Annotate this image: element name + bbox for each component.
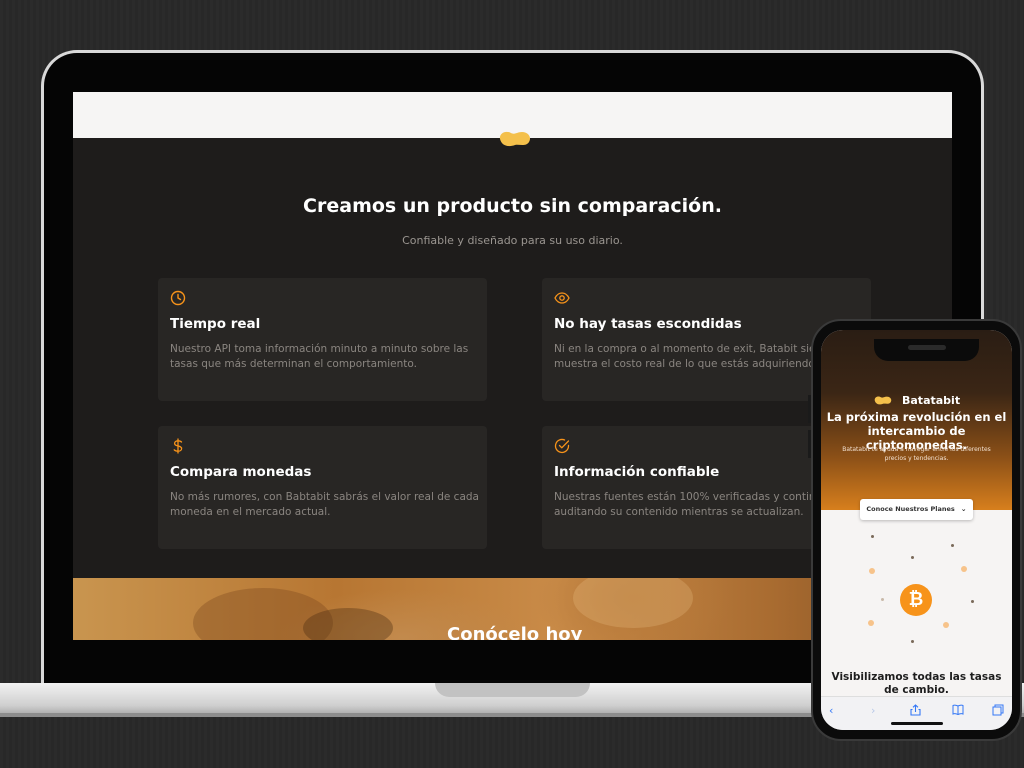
decor-dot — [869, 568, 875, 574]
decor-dot — [943, 622, 949, 628]
decor-dot — [961, 566, 967, 572]
phone-screen: Batatabit La próxima revolución en el in… — [821, 330, 1012, 730]
decor-dot — [971, 600, 974, 603]
hand-shape — [303, 608, 393, 640]
decor-dot — [871, 535, 874, 538]
feature-title: Tiempo real — [170, 316, 261, 332]
tabs-icon[interactable] — [992, 704, 1004, 719]
decor-dot — [911, 556, 914, 559]
phone-brand: Batatabit — [821, 390, 1012, 409]
decor-dot — [868, 620, 874, 626]
decor-dot — [881, 598, 884, 601]
decor-dot — [951, 544, 954, 547]
phone-notch — [874, 339, 979, 361]
phone-speaker — [908, 345, 946, 350]
feature-text: Nuestro API toma información minuto a mi… — [170, 343, 469, 370]
back-icon[interactable]: ‹ — [829, 704, 833, 717]
bitcoin-icon: ₿ — [900, 584, 932, 616]
feature-card-compare: Compara monedas No más rumores, con Babt… — [158, 426, 487, 549]
feature-title: Compara monedas — [170, 464, 312, 480]
clock-icon — [170, 290, 186, 306]
brand-name: Batatabit — [902, 394, 961, 407]
phone-subtitle: Batatabit te ayuda a navegar entre los d… — [842, 446, 991, 462]
dollar-icon — [173, 438, 183, 454]
home-indicator — [891, 722, 943, 725]
share-icon[interactable] — [910, 704, 921, 719]
check-circle-icon — [554, 438, 570, 454]
feature-title: No hay tasas escondidas — [554, 316, 742, 332]
hand-shape — [573, 578, 693, 628]
forward-icon[interactable]: › — [871, 704, 875, 717]
phone-frame: Batatabit La próxima revolución en el in… — [811, 319, 1022, 741]
section-title: Creamos un producto sin comparación. — [303, 195, 722, 217]
batatabit-logo-icon — [874, 396, 892, 405]
laptop-trackpad-notch — [435, 683, 590, 697]
eye-icon — [554, 292, 570, 304]
plans-button-label: Conoce Nuestros Planes — [866, 505, 955, 513]
hero-heading: Conócelo hoy — [447, 624, 583, 640]
feature-card-real-time: Tiempo real Nuestro API toma información… — [158, 278, 487, 401]
batatabit-logo-icon — [499, 131, 531, 147]
decor-dot — [911, 640, 914, 643]
bookmarks-icon[interactable] — [952, 704, 964, 718]
plans-button[interactable]: Conoce Nuestros Planes ⌄ — [860, 499, 973, 520]
phone-section-title: Visibilizamos todas las tasas de cambio. — [831, 671, 1002, 696]
section-subtitle: Confiable y diseñado para su uso diario. — [402, 234, 623, 247]
chevron-down-icon: ⌄ — [960, 505, 967, 513]
feature-text: No más rumores, con Babtabit sabrás el v… — [170, 491, 479, 518]
